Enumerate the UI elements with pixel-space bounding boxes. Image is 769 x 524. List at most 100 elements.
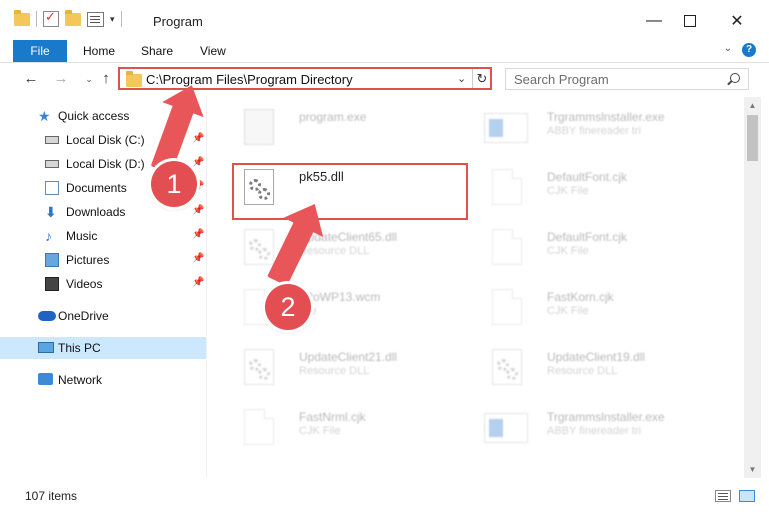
scroll-thumb[interactable] — [747, 115, 758, 161]
dll-gear-icon — [244, 229, 274, 265]
sidebar-item-label: Local Disk (D:) — [66, 157, 145, 171]
file-item[interactable]: Trgrammslnstaller.exe ABBY finereader tr… — [466, 103, 716, 163]
documents-icon — [45, 181, 59, 195]
large-icons-view-button[interactable] — [739, 490, 755, 502]
back-button[interactable]: ← — [22, 70, 40, 87]
sidebar-item-pictures[interactable]: Pictures 📌 — [0, 249, 206, 271]
forward-button[interactable]: → — [52, 70, 70, 87]
sidebar-item-label: Quick access — [58, 109, 130, 123]
file-type: CJK File — [547, 185, 589, 197]
file-name: UpdateClient19.dll — [547, 350, 646, 364]
file-type: Resource DLL — [547, 365, 618, 377]
tab-share[interactable]: Share — [141, 40, 173, 62]
dll-gear-icon — [244, 349, 274, 385]
gear-icon — [506, 368, 518, 380]
file-item[interactable]: program.exe — [218, 103, 468, 163]
file-type: Resource DLL — [299, 245, 370, 257]
pin-icon[interactable]: 📌 — [192, 205, 204, 216]
sidebar-item-label: OneDrive — [58, 309, 109, 323]
sidebar-item-label: Music — [66, 229, 98, 243]
tab-file[interactable]: File — [13, 40, 67, 62]
music-icon: ♪ — [45, 228, 52, 244]
scroll-down-icon[interactable]: ▼ — [744, 465, 761, 474]
gear-icon — [258, 248, 270, 260]
file-item[interactable]: FastKorn.cjk CJK File — [466, 283, 716, 343]
pin-icon[interactable]: 📌 — [192, 253, 204, 264]
address-dropdown-icon[interactable]: ⌄ — [457, 72, 466, 85]
pin-icon[interactable]: 📌 — [192, 277, 204, 288]
file-item[interactable]: UpdateClient19.dll Resource DLL — [466, 343, 716, 403]
sidebar-item-label: Documents — [66, 181, 127, 195]
file-item[interactable]: UpdateClient65.dll Resource DLL — [218, 223, 468, 283]
maximize-icon — [684, 15, 696, 27]
download-icon: ⬇ — [45, 204, 57, 220]
sidebar-item-this-pc[interactable]: This PC — [0, 337, 206, 359]
window-title: Program — [153, 14, 203, 29]
search-placeholder: Search Program — [514, 72, 609, 87]
disk-icon — [45, 136, 59, 144]
up-button[interactable]: ↑ — [97, 70, 115, 87]
star-icon: ★ — [38, 108, 51, 124]
file-item[interactable]: FastNrml.cjk CJK File — [218, 403, 468, 463]
expand-ribbon-icon[interactable]: ⌄ — [721, 43, 735, 54]
file-type: ABBY finereader tri — [547, 125, 641, 137]
vertical-scrollbar[interactable]: ▲ ▼ — [744, 97, 761, 478]
computer-icon — [38, 342, 54, 353]
installer-icon — [484, 413, 528, 443]
recent-locations-icon[interactable]: ⌄ — [80, 74, 98, 85]
pin-icon[interactable]: 📌 — [192, 229, 204, 240]
file-item[interactable]: DefaultFont.cjk CJK File — [466, 223, 716, 283]
maximize-button[interactable] — [667, 6, 713, 36]
tab-view[interactable]: View — [200, 40, 226, 62]
refresh-button[interactable]: ↻ — [472, 69, 491, 88]
customize-toolbar-dropdown-icon[interactable]: ▾ — [110, 14, 115, 25]
help-icon[interactable]: ? — [742, 43, 756, 57]
scroll-up-icon[interactable]: ▲ — [744, 101, 761, 110]
pin-icon[interactable]: 📌 — [192, 157, 204, 168]
file-name: Trgrammslnstaller.exe — [547, 410, 665, 424]
file-name: DefaultFont.cjk — [547, 230, 628, 244]
folder-icon — [126, 71, 142, 87]
file-name: program.exe — [299, 110, 367, 124]
search-input[interactable]: Search Program — [505, 68, 749, 90]
file-type: CJK File — [299, 425, 341, 437]
item-count: 107 items — [25, 489, 78, 503]
videos-icon — [45, 277, 59, 291]
properties-icon[interactable] — [87, 11, 104, 27]
sidebar-item-label: Network — [58, 373, 103, 387]
ribbon-tabs: File Home Share View ⌄ ? — [0, 40, 769, 63]
sidebar-item-onedrive[interactable]: OneDrive — [0, 305, 206, 327]
step-badge-1: 1 — [151, 161, 197, 207]
close-button[interactable]: ✕ — [714, 6, 760, 36]
sidebar-item-music[interactable]: ♪ Music 📌 — [0, 225, 206, 247]
properties-check-icon[interactable] — [43, 9, 59, 27]
file-name: FastNrml.cjk — [299, 410, 366, 424]
file-type: ABBY finereader tri — [547, 425, 641, 437]
file-item[interactable]: DefaultFont.cjk CJK File — [466, 163, 716, 223]
sidebar-item-label: Downloads — [66, 205, 126, 219]
search-icon[interactable] — [730, 73, 740, 83]
file-type: CJK File — [547, 245, 589, 257]
sidebar-item-label: This PC — [58, 341, 101, 355]
exe-icon — [244, 109, 274, 145]
file-item[interactable]: UpdateClient21.dll Resource DLL — [218, 343, 468, 403]
toolbar-separator — [120, 11, 122, 27]
file-item[interactable]: F2oWP13.wcm File — [218, 283, 468, 343]
quick-access-toolbar: ▾ — [14, 9, 122, 27]
installer-icon — [484, 113, 528, 143]
tab-home[interactable]: Home — [83, 40, 115, 62]
file-item[interactable]: Trgrammslnstaller.exe ABBY finereader tr… — [466, 403, 716, 463]
file-icon — [492, 289, 522, 325]
title-bar: ▾ Program — ✕ — [0, 0, 769, 40]
pane-divider[interactable] — [206, 97, 207, 478]
sidebar-item-network[interactable]: Network — [0, 369, 206, 391]
dll-gear-icon — [492, 349, 522, 385]
sidebar-item-label: Local Disk (C:) — [66, 133, 145, 147]
file-name: FastKorn.cjk — [547, 290, 614, 304]
file-name: Trgrammslnstaller.exe — [547, 110, 665, 124]
sidebar-item-videos[interactable]: Videos 📌 — [0, 273, 206, 295]
details-view-button[interactable] — [715, 490, 731, 502]
new-folder-icon[interactable] — [65, 9, 81, 26]
status-bar: 107 items — [0, 478, 769, 524]
pin-icon[interactable]: 📌 — [192, 133, 204, 144]
